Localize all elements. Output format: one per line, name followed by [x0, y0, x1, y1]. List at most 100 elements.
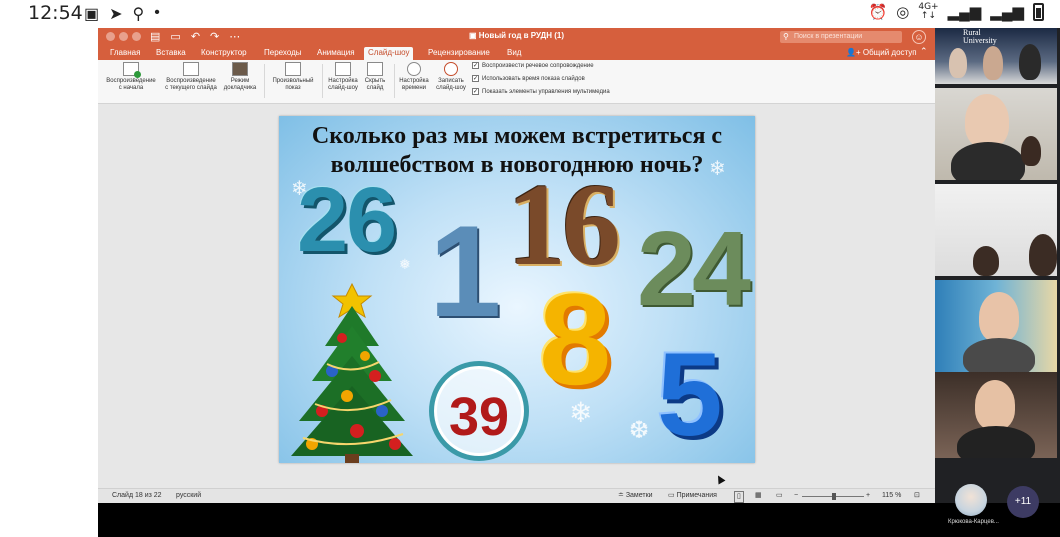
play-from-start-icon [123, 62, 141, 78]
participant-child [1021, 136, 1041, 166]
zoom-in-icon[interactable]: + [866, 489, 870, 503]
language-indicator[interactable]: русский [176, 489, 201, 503]
document-title-text: Новый год в РУДН (1) [478, 31, 565, 40]
title-bar: ▤ ▭ ↶ ↷ ⋯ ▣ Новый год в РУДН (1) ⚲ Поиск… [98, 28, 935, 46]
snowflake-icon: ❆ [629, 417, 650, 444]
chevron-up-icon[interactable]: ⌃ [920, 46, 928, 57]
number-1: 1 [429, 198, 502, 344]
tab-slideshow[interactable]: Слайд-шоу [364, 47, 414, 60]
zoom-out-icon[interactable]: − [794, 489, 798, 503]
tab-view[interactable]: Вид [507, 47, 521, 60]
slide-sorter-icon[interactable]: ▦ [755, 489, 762, 503]
number-24: 24 [637, 210, 751, 328]
signal-icon: ▂▄▆ [947, 4, 982, 21]
alarm-icon: ⏰ [868, 4, 888, 21]
checkbox-media-controls-label: Показать элементы управления мультимедиа [482, 88, 610, 95]
rehearse-timings-button[interactable]: Настройка времени [396, 62, 432, 92]
tab-transitions[interactable]: Переходы [264, 47, 302, 60]
comments-label: Примечания [676, 492, 717, 499]
participant-face [979, 292, 1019, 342]
ring-badge: 39 [429, 361, 529, 461]
notes-button[interactable]: ≐ Заметки [618, 489, 653, 503]
powerpoint-window: ▤ ▭ ↶ ↷ ⋯ ▣ Новый год в РУДН (1) ⚲ Поиск… [98, 28, 935, 503]
left-gutter [0, 28, 98, 537]
checkbox-narration-box[interactable]: ✓ [472, 62, 479, 69]
participant-avatar [973, 246, 999, 276]
presenter-view-icon [232, 62, 248, 76]
tab-insert[interactable]: Вставка [156, 47, 186, 60]
ribbon-tabs: Главная Вставка Конструктор Переходы Ани… [98, 46, 935, 60]
video-tile[interactable] [935, 372, 1057, 458]
tab-design[interactable]: Конструктор [201, 47, 247, 60]
video-tile[interactable] [935, 88, 1057, 180]
number-5: 5 [657, 329, 723, 461]
timer-icon [407, 62, 421, 76]
presenter-view-button[interactable]: Режим докладчика [220, 62, 260, 92]
setup-slideshow-icon [335, 62, 351, 76]
participant-avatar[interactable] [955, 484, 987, 516]
tab-home[interactable]: Главная [110, 47, 140, 60]
record-icon [444, 62, 458, 76]
tab-review[interactable]: Рецензирование [428, 47, 490, 60]
play-from-start-button[interactable]: Воспроизведение с начала [102, 62, 160, 92]
custom-show-button[interactable]: Произвольный показ [268, 62, 318, 92]
presenter-view-label: Режим докладчика [223, 78, 257, 91]
ppt-status-bar: Слайд 18 из 22 русский ≐ Заметки ▭ Приме… [98, 488, 935, 503]
fit-slide-icon[interactable]: ⊡ [914, 489, 920, 503]
search-input[interactable]: ⚲ Поиск в презентации [780, 31, 902, 43]
ribbon-separator [394, 64, 395, 98]
hide-slide-button[interactable]: Скрыть слайд [361, 62, 389, 92]
search-placeholder: Поиск в презентации [794, 33, 863, 40]
comments-icon: ▭ [668, 492, 677, 499]
zoom-level[interactable]: 115 % [882, 489, 901, 503]
telegram-icon: ➤ [109, 6, 123, 23]
participant-face [965, 94, 1009, 148]
feedback-smiley-icon[interactable]: ☺ [912, 30, 926, 44]
play-from-current-label: Воспроизведение с текущего слайда [165, 78, 217, 91]
system-icons: ⏰ ◎ 4G+ ↑↓ ▂▄▆ ▂▄▆ [869, 3, 1044, 21]
custom-show-label: Произвольный показ [272, 78, 314, 91]
record-slideshow-button[interactable]: Записать слайд-шоу [432, 62, 470, 92]
comments-button[interactable]: ▭ Примечания [668, 489, 717, 503]
participant-body [951, 142, 1025, 180]
search-icon: ⚲ [783, 32, 789, 41]
participant-avatar [1029, 234, 1057, 276]
video-tile[interactable] [935, 280, 1057, 372]
add-person-icon: 👤+ [846, 48, 863, 57]
battery-icon [1033, 3, 1044, 21]
number-26: 26 [297, 169, 397, 271]
dot-icon: • [154, 4, 160, 21]
play-from-current-button[interactable]: Воспроизведение с текущего слайда [160, 62, 222, 92]
normal-view-icon[interactable]: ▯ [734, 491, 744, 503]
record-slideshow-label: Записать слайд-шоу [436, 78, 466, 91]
checkbox-media-controls[interactable]: ✓ Показать элементы управления мультимед… [472, 88, 610, 95]
more-participants-button[interactable]: +11 [1007, 486, 1039, 518]
tile-banner-text: Rural University [963, 28, 997, 45]
tab-animation[interactable]: Анимация [317, 47, 355, 60]
rehearse-timings-label: Настройка времени [399, 78, 429, 91]
phone-status-bar: 12:54 ▣ ➤ ⚲ • ⏰ ◎ 4G+ ↑↓ ▂▄▆ ▂▄▆ [0, 0, 1060, 28]
notes-icon: ≐ [618, 492, 626, 499]
checkbox-timings[interactable]: ✓ Использовать время показа слайдов [472, 75, 585, 82]
video-tile[interactable] [935, 184, 1057, 276]
slide[interactable]: ❄ ❄ ❄ ❅ ❆ Сколько раз мы можем встретить… [279, 116, 755, 463]
reading-view-icon[interactable]: ▭ [776, 489, 783, 503]
slide-canvas: ❄ ❄ ❄ ❅ ❆ Сколько раз мы можем встретить… [98, 104, 935, 488]
checkbox-timings-label: Использовать время показа слайдов [482, 75, 585, 82]
setup-slideshow-label: Настройка слайд-шоу [328, 78, 358, 91]
custom-show-icon [285, 62, 301, 76]
play-from-start-label: Воспроизведение с начала [106, 78, 156, 91]
christmas-tree-icon [291, 282, 413, 463]
video-participants-column: Rural University [935, 28, 1060, 503]
number-8: 8 [539, 266, 612, 412]
checkbox-timings-box[interactable]: ✓ [472, 75, 479, 82]
ribbon-separator [322, 64, 323, 98]
video-tile[interactable]: Rural University [935, 28, 1057, 84]
zoom-slider-handle[interactable] [832, 493, 836, 500]
setup-slideshow-button[interactable]: Настройка слайд-шоу [324, 62, 362, 92]
checkbox-media-controls-box[interactable]: ✓ [472, 88, 479, 95]
share-button[interactable]: 👤+ Общий доступ [846, 47, 917, 59]
checkbox-narration-label: Воспроизвести речевое сопровождение [482, 62, 594, 69]
checkbox-narration[interactable]: ✓ Воспроизвести речевое сопровождение [472, 62, 594, 69]
number-39: 39 [448, 387, 510, 447]
